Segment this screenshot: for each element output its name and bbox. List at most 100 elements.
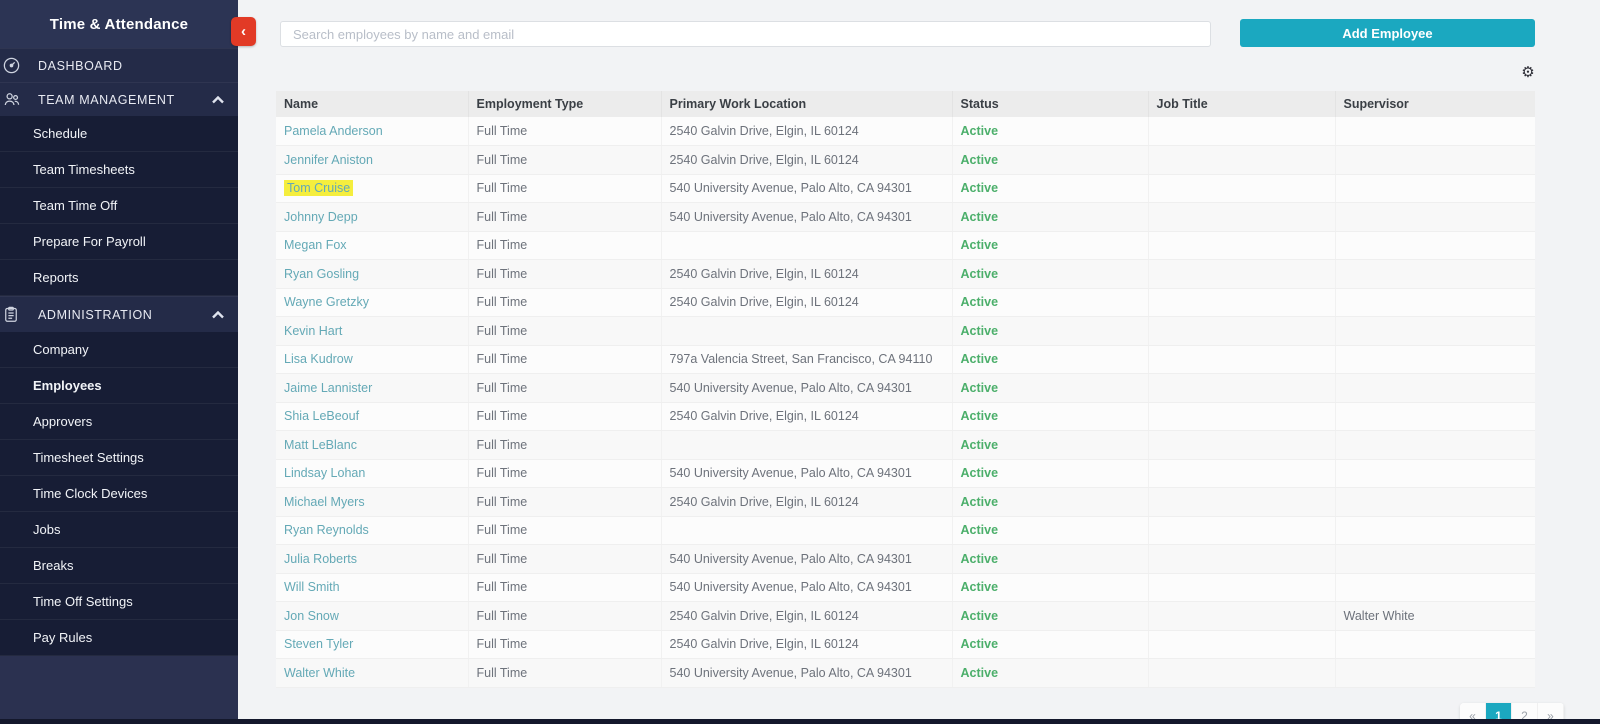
work-location-cell: [661, 317, 952, 346]
employee-name-link[interactable]: Lindsay Lohan: [284, 466, 365, 480]
work-location-cell: 540 University Avenue, Palo Alto, CA 943…: [661, 459, 952, 488]
status-badge: Active: [961, 153, 999, 167]
table-row: Lisa KudrowFull Time797a Valencia Street…: [276, 345, 1535, 374]
supervisor-cell: [1335, 488, 1535, 517]
employee-name-link[interactable]: Megan Fox: [284, 238, 347, 252]
work-location-cell: 540 University Avenue, Palo Alto, CA 943…: [661, 659, 952, 688]
employment-type-cell: Full Time: [468, 231, 661, 260]
sidebar-item-reports[interactable]: Reports: [0, 260, 238, 296]
work-location-cell: 797a Valencia Street, San Francisco, CA …: [661, 345, 952, 374]
work-location-cell: 2540 Galvin Drive, Elgin, IL 60124: [661, 146, 952, 175]
sidebar-item-team-time-off[interactable]: Team Time Off: [0, 188, 238, 224]
app-title: Time & Attendance: [0, 0, 238, 48]
employment-type-cell: Full Time: [468, 630, 661, 659]
column-header-status[interactable]: Status: [952, 91, 1148, 117]
supervisor-cell: [1335, 374, 1535, 403]
supervisor-cell: [1335, 146, 1535, 175]
job-title-cell: [1148, 516, 1335, 545]
column-header-name[interactable]: Name: [276, 91, 468, 117]
column-header-supervisor[interactable]: Supervisor: [1335, 91, 1535, 117]
employee-table-body: Pamela AndersonFull Time2540 Galvin Driv…: [276, 117, 1535, 687]
employee-name-link[interactable]: Lisa Kudrow: [284, 352, 353, 366]
status-badge: Active: [961, 210, 999, 224]
work-location-cell: 2540 Galvin Drive, Elgin, IL 60124: [661, 602, 952, 631]
sidebar-item-time-off-settings[interactable]: Time Off Settings: [0, 584, 238, 620]
employment-type-cell: Full Time: [468, 374, 661, 403]
sidebar-item-time-clock-devices[interactable]: Time Clock Devices: [0, 476, 238, 512]
sidebar-filler: [0, 656, 238, 724]
column-header-employment-type[interactable]: Employment Type: [468, 91, 661, 117]
employee-name-link[interactable]: Pamela Anderson: [284, 124, 383, 138]
status-badge: Active: [961, 495, 999, 509]
status-badge: Active: [961, 552, 999, 566]
sidebar-item-prepare-for-payroll[interactable]: Prepare For Payroll: [0, 224, 238, 260]
job-title-cell: [1148, 345, 1335, 374]
employment-type-cell: Full Time: [468, 602, 661, 631]
search-input[interactable]: [280, 21, 1211, 47]
employee-name-link[interactable]: Jaime Lannister: [284, 381, 372, 395]
employment-type-cell: Full Time: [468, 260, 661, 289]
employee-name-link[interactable]: Johnny Depp: [284, 210, 358, 224]
employee-name-link[interactable]: Ryan Gosling: [284, 267, 359, 281]
employee-name-link[interactable]: Will Smith: [284, 580, 340, 594]
supervisor-cell: [1335, 345, 1535, 374]
employee-table: NameEmployment TypePrimary Work Location…: [276, 91, 1535, 688]
employee-name-link[interactable]: Ryan Reynolds: [284, 523, 369, 537]
employee-name-link[interactable]: Steven Tyler: [284, 637, 353, 651]
employee-name-link[interactable]: Kevin Hart: [284, 324, 342, 338]
status-badge: Active: [961, 381, 999, 395]
sidebar-item-team-management[interactable]: TEAM MANAGEMENT: [0, 82, 238, 116]
status-badge: Active: [961, 238, 999, 252]
sidebar-item-breaks[interactable]: Breaks: [0, 548, 238, 584]
supervisor-cell: [1335, 402, 1535, 431]
sidebar-item-administration[interactable]: ADMINISTRATION: [0, 296, 238, 332]
supervisor-cell: [1335, 516, 1535, 545]
column-header-job-title[interactable]: Job Title: [1148, 91, 1335, 117]
supervisor-cell: [1335, 659, 1535, 688]
status-badge: Active: [961, 609, 999, 623]
employee-name-link[interactable]: Jon Snow: [284, 609, 339, 623]
gear-icon[interactable]: ⚙: [1518, 63, 1538, 83]
employee-name-link[interactable]: Michael Myers: [284, 495, 365, 509]
supervisor-cell: [1335, 231, 1535, 260]
table-row: Ryan ReynoldsFull TimeActive: [276, 516, 1535, 545]
employee-name-link[interactable]: Julia Roberts: [284, 552, 357, 566]
status-badge: Active: [961, 324, 999, 338]
employee-name-link[interactable]: Shia LeBeouf: [284, 409, 359, 423]
chevron-up-icon[interactable]: [212, 96, 238, 104]
sidebar-item-pay-rules[interactable]: Pay Rules: [0, 620, 238, 656]
status-badge: Active: [961, 181, 999, 195]
work-location-cell: 540 University Avenue, Palo Alto, CA 943…: [661, 545, 952, 574]
work-location-cell: 540 University Avenue, Palo Alto, CA 943…: [661, 174, 952, 203]
employee-name-link[interactable]: Walter White: [284, 666, 355, 680]
sidebar-item-team-timesheets[interactable]: Team Timesheets: [0, 152, 238, 188]
employment-type-cell: Full Time: [468, 545, 661, 574]
sidebar-item-dashboard[interactable]: DASHBOARD: [0, 48, 238, 82]
status-badge: Active: [961, 295, 999, 309]
bottom-edge-strip: [0, 719, 1600, 724]
sidebar-item-label: DASHBOARD: [38, 59, 238, 73]
sidebar-item-jobs[interactable]: Jobs: [0, 512, 238, 548]
sidebar-item-company[interactable]: Company: [0, 332, 238, 368]
sidebar-collapse-button[interactable]: ‹: [231, 17, 256, 46]
sidebar-item-employees[interactable]: Employees: [0, 368, 238, 404]
sidebar-item-timesheet-settings[interactable]: Timesheet Settings: [0, 440, 238, 476]
add-employee-button[interactable]: Add Employee: [1240, 19, 1535, 47]
supervisor-cell: [1335, 573, 1535, 602]
employee-name-link[interactable]: Matt LeBlanc: [284, 438, 357, 452]
sidebar-item-approvers[interactable]: Approvers: [0, 404, 238, 440]
job-title-cell: [1148, 174, 1335, 203]
status-badge: Active: [961, 352, 999, 366]
table-row: Will SmithFull Time540 University Avenue…: [276, 573, 1535, 602]
table-row: Wayne GretzkyFull Time2540 Galvin Drive,…: [276, 288, 1535, 317]
table-row: Jon Snow Full Time2540 Galvin Drive, Elgi…: [276, 602, 1535, 631]
supervisor-cell: [1335, 459, 1535, 488]
sidebar-item-schedule[interactable]: Schedule: [0, 116, 238, 152]
table-row: Julia Roberts Full Time540 University Ave…: [276, 545, 1535, 574]
column-header-primary-work-location[interactable]: Primary Work Location: [661, 91, 952, 117]
employee-name-link[interactable]: Wayne Gretzky: [284, 295, 369, 309]
employee-name-link[interactable]: Jennifer Aniston: [284, 153, 373, 167]
employee-name-link[interactable]: Tom Cruise: [284, 180, 353, 196]
chevron-up-icon[interactable]: [212, 311, 238, 319]
time-attendance-app: Time & Attendance DASHBOARD TEAM MANAGEM…: [0, 0, 1600, 724]
